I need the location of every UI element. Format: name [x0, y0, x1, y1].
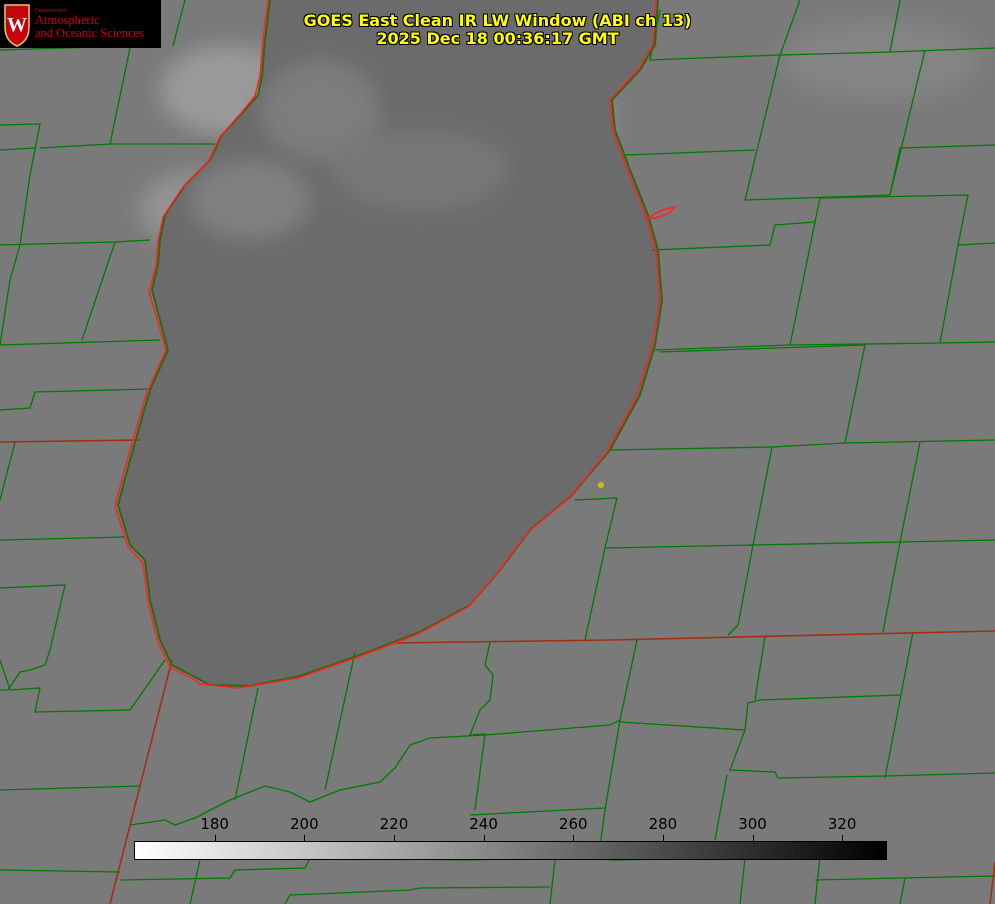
colorbar-tick-label: 280	[648, 815, 678, 833]
colorbar-tick-label: 300	[738, 815, 767, 833]
location-marker	[598, 482, 604, 488]
colorbar-tick-label: 220	[379, 815, 409, 833]
colorbar-tick-mark	[662, 835, 664, 841]
colorbar-tick-label: 260	[558, 815, 588, 833]
colorbar	[134, 841, 887, 860]
colorbar-tick-mark	[483, 835, 485, 841]
colorbar-tick-mark	[393, 835, 395, 841]
colorbar-tick-mark	[214, 835, 216, 841]
colorbar-tick-label: 200	[289, 815, 319, 833]
colorbar-tick-mark	[842, 835, 844, 841]
colorbar-tick-label: 180	[200, 815, 229, 833]
colorbar-tick-mark	[304, 835, 306, 841]
title-product: GOES East Clean IR LW Window (ABI ch 13)	[303, 11, 692, 30]
colorbar-tick-label: 320	[827, 815, 857, 833]
image-title: GOES East Clean IR LW Window (ABI ch 13)…	[0, 12, 995, 48]
satellite-image: W Department of Atmospheric and Oceanic …	[0, 0, 995, 904]
colorbar-tick-mark	[752, 835, 754, 841]
colorbar-tick-label: 240	[469, 815, 498, 833]
map-canvas	[0, 0, 995, 904]
title-timestamp: 2025 Dec 18 00:36:17 GMT	[376, 29, 619, 48]
colorbar-tick-mark	[573, 835, 575, 841]
